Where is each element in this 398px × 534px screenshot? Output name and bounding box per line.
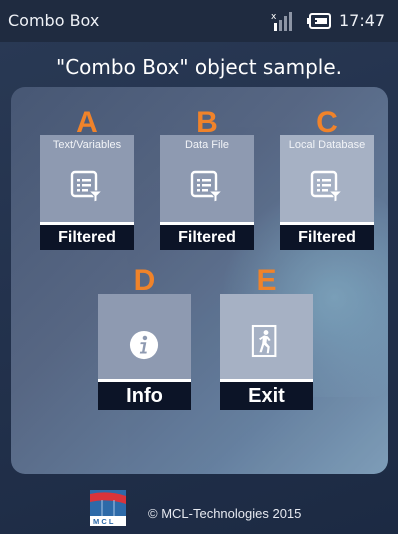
tile-caption: Text/Variables [52, 139, 122, 151]
tile-letter: A [76, 106, 98, 139]
tile-letter: B [196, 106, 218, 139]
mcl-logo-text: M C L [93, 517, 114, 526]
mcl-logo: M C L [90, 490, 126, 526]
tile-letter: C [316, 106, 338, 139]
tile-caption: Local Database [288, 139, 366, 151]
battery-charging-icon [307, 13, 331, 29]
tile-local-database-button[interactable]: C Local Database Filtered [280, 108, 374, 250]
tile-text-variables-button[interactable]: A Text/Variables Filtered [40, 108, 134, 250]
tile-face: Text/Variables [40, 135, 134, 222]
filter-list-icon [310, 170, 343, 203]
page-title: "Combo Box" object sample. [56, 55, 342, 79]
tile-label: Filtered [40, 222, 134, 250]
status-title: Combo Box [8, 11, 100, 30]
tile-caption: Data File [184, 139, 230, 151]
filter-list-icon [70, 170, 103, 203]
filter-list-icon [190, 170, 223, 203]
tile-face: Data File [160, 135, 254, 222]
signal-no-service-icon: x [271, 12, 292, 31]
tile-label: Exit [220, 379, 313, 410]
tile-face: Local Database [280, 135, 374, 222]
info-icon [129, 330, 159, 360]
info-button[interactable]: D Info [98, 266, 191, 410]
copyright-text: © MCL-Technologies 2015 [148, 506, 302, 521]
tile-face [98, 294, 191, 379]
status-bar: Combo Box x 17:47 [0, 0, 398, 42]
tile-letter: D [133, 264, 156, 297]
svg-text:x: x [271, 12, 277, 22]
status-time: 17:47 [339, 11, 386, 30]
tile-label: Filtered [280, 222, 374, 250]
tile-face [220, 294, 313, 379]
exit-button[interactable]: E Exit [220, 266, 313, 410]
exit-door-icon [251, 324, 277, 358]
tile-label: Filtered [160, 222, 254, 250]
tile-data-file-button[interactable]: B Data File Filtered [160, 108, 254, 250]
tile-letter: E [256, 264, 277, 297]
tile-label: Info [98, 379, 191, 410]
